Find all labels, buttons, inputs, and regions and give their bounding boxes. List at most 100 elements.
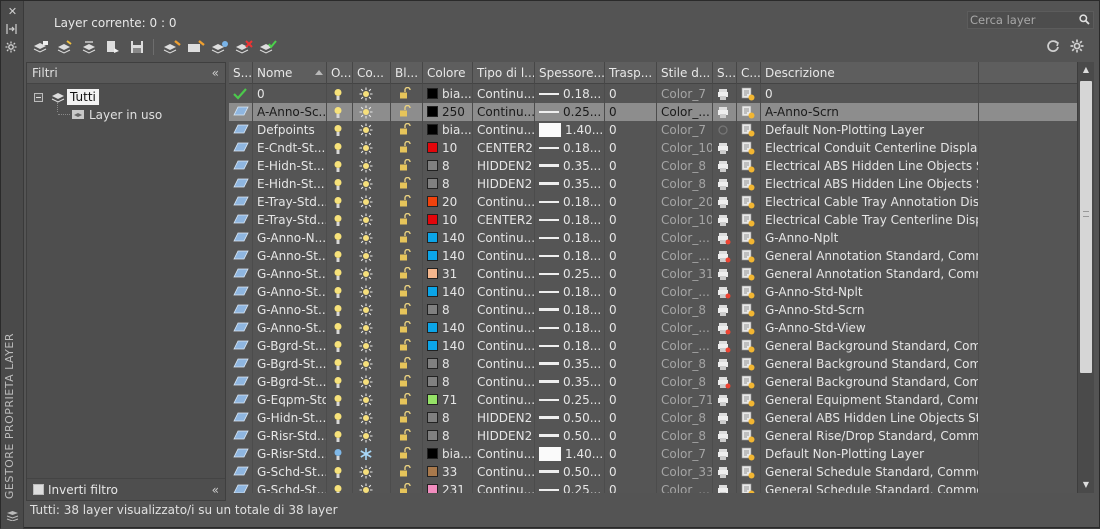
layer-name[interactable]: G-Bgrd-St... bbox=[253, 355, 327, 373]
collapse-filters-icon[interactable]: « bbox=[212, 63, 219, 83]
plot-toggle[interactable] bbox=[713, 427, 737, 445]
freeze-toggle[interactable] bbox=[353, 481, 391, 493]
new-vp-freeze-toggle[interactable] bbox=[737, 229, 761, 247]
on-toggle[interactable] bbox=[327, 283, 353, 301]
layer-lineweight[interactable]: 0.50... bbox=[535, 427, 605, 445]
layer-row[interactable]: G-Risr-Std... 8 HIDDEN2 0.50... 0 Color_8 Gene… bbox=[229, 427, 1077, 445]
on-toggle[interactable] bbox=[327, 409, 353, 427]
layer-linetype[interactable]: Continu... bbox=[473, 193, 535, 211]
on-toggle[interactable] bbox=[327, 139, 353, 157]
layer-color[interactable]: 8 bbox=[423, 427, 473, 445]
snowflake-icon[interactable] bbox=[359, 447, 373, 461]
layer-lineweight[interactable]: 0.18... bbox=[535, 337, 605, 355]
printer-icon[interactable] bbox=[717, 196, 731, 209]
layer-description[interactable]: 0 bbox=[761, 85, 979, 103]
layer-description[interactable]: Default Non-Plotting Layer bbox=[761, 445, 979, 463]
new-vp-freeze-icon[interactable] bbox=[741, 357, 755, 371]
on-toggle[interactable] bbox=[327, 85, 353, 103]
layer-linetype[interactable]: Continu... bbox=[473, 463, 535, 481]
scroll-thumb[interactable] bbox=[1080, 81, 1092, 373]
printer-icon[interactable] bbox=[717, 250, 731, 263]
new-vp-freeze-icon[interactable] bbox=[741, 213, 755, 227]
on-toggle[interactable] bbox=[327, 103, 353, 121]
layer-lineweight[interactable]: 1.40... bbox=[535, 445, 605, 463]
light-bulb-icon[interactable] bbox=[333, 448, 343, 461]
plot-toggle[interactable] bbox=[713, 355, 737, 373]
autohide-icon[interactable] bbox=[5, 23, 20, 37]
layer-lineweight[interactable]: 0.25... bbox=[535, 391, 605, 409]
lock-toggle[interactable] bbox=[391, 193, 423, 211]
layer-row[interactable]: G-Anno-N... 140 Continu... 0.18... 0 Color_..… bbox=[229, 229, 1077, 247]
new-vp-freeze-icon[interactable] bbox=[741, 249, 755, 263]
freeze-toggle[interactable] bbox=[353, 229, 391, 247]
light-bulb-icon[interactable] bbox=[333, 340, 343, 353]
lock-toggle[interactable] bbox=[391, 409, 423, 427]
lock-toggle[interactable] bbox=[391, 157, 423, 175]
sun-icon[interactable] bbox=[359, 321, 373, 335]
new-vp-freeze-toggle[interactable] bbox=[737, 373, 761, 391]
unlock-icon[interactable] bbox=[399, 429, 412, 442]
printer-icon[interactable] bbox=[717, 214, 731, 227]
unlock-icon[interactable] bbox=[399, 231, 412, 244]
layer-description[interactable]: G-Anno-Std-Nplt bbox=[761, 283, 979, 301]
layer-row[interactable]: E-Tray-Std... 20 Continu... 0.18... 0 Color_2… bbox=[229, 193, 1077, 211]
layer-transparency[interactable]: 0 bbox=[605, 103, 657, 121]
layer-color[interactable]: 10 bbox=[423, 211, 473, 229]
new-vp-freeze-icon[interactable] bbox=[741, 87, 755, 101]
layer-linetype[interactable]: Continu... bbox=[473, 265, 535, 283]
layer-lineweight[interactable]: 0.35... bbox=[535, 373, 605, 391]
header-col-description[interactable]: Descrizione bbox=[761, 62, 979, 84]
header-col-color[interactable]: Colore bbox=[423, 62, 473, 84]
layer-row[interactable]: Defpoints bia... Continu... 1.40... 0 Color_7… bbox=[229, 121, 1077, 139]
freeze-toggle[interactable] bbox=[353, 265, 391, 283]
settings-gear-icon[interactable] bbox=[1070, 39, 1084, 53]
freeze-toggle[interactable] bbox=[353, 301, 391, 319]
lock-toggle[interactable] bbox=[391, 211, 423, 229]
on-toggle[interactable] bbox=[327, 445, 353, 463]
header-col-lineweight[interactable]: Spessore... bbox=[535, 62, 605, 84]
layer-color[interactable]: 140 bbox=[423, 337, 473, 355]
layer-states-manager-button[interactable] bbox=[77, 38, 101, 56]
layer-row[interactable]: G-Bgrd-St... 8 Continu... 0.35... 0 Color_8 Ge… bbox=[229, 355, 1077, 373]
printer-icon[interactable] bbox=[717, 466, 731, 479]
layer-row[interactable]: G-Bgrd-St... 8 Continu... 0.35... 0 Color_8 Ge… bbox=[229, 373, 1077, 391]
printer-icon[interactable] bbox=[717, 106, 731, 119]
on-toggle[interactable] bbox=[327, 157, 353, 175]
layer-transparency[interactable]: 0 bbox=[605, 247, 657, 265]
printer-icon[interactable] bbox=[717, 160, 731, 173]
new-vp-freeze-icon[interactable] bbox=[741, 447, 755, 461]
plot-toggle[interactable] bbox=[713, 301, 737, 319]
layer-transparency[interactable]: 0 bbox=[605, 85, 657, 103]
new-vp-freeze-toggle[interactable] bbox=[737, 427, 761, 445]
lock-toggle[interactable] bbox=[391, 301, 423, 319]
on-toggle[interactable] bbox=[327, 319, 353, 337]
layer-name[interactable]: G-Risr-Std... bbox=[253, 427, 327, 445]
layer-row[interactable]: G-Anno-St... 140 Continu... 0.18... 0 Color_.… bbox=[229, 319, 1077, 337]
layer-linetype[interactable]: Continu... bbox=[473, 301, 535, 319]
new-vp-freeze-icon[interactable] bbox=[741, 267, 755, 281]
layer-color[interactable]: 140 bbox=[423, 283, 473, 301]
lock-toggle[interactable] bbox=[391, 427, 423, 445]
sun-icon[interactable] bbox=[359, 429, 373, 443]
layer-row[interactable]: G-Anno-St... 140 Continu... 0.18... 0 Color_.… bbox=[229, 283, 1077, 301]
light-bulb-icon[interactable] bbox=[333, 196, 343, 209]
layer-lineweight[interactable]: 0.35... bbox=[535, 355, 605, 373]
unlock-icon[interactable] bbox=[399, 357, 412, 370]
layer-row[interactable]: G-Eqpm-Std 71 Continu... 0.25... 0 Color_71 Ge… bbox=[229, 391, 1077, 409]
sun-icon[interactable] bbox=[359, 483, 373, 493]
on-toggle[interactable] bbox=[327, 301, 353, 319]
layer-transparency[interactable]: 0 bbox=[605, 175, 657, 193]
printer-icon[interactable] bbox=[717, 268, 731, 281]
new-vp-freeze-icon[interactable] bbox=[741, 123, 755, 137]
sun-icon[interactable] bbox=[359, 357, 373, 371]
new-vp-freeze-toggle[interactable] bbox=[737, 211, 761, 229]
sun-icon[interactable] bbox=[359, 393, 373, 407]
new-vp-freeze-toggle[interactable] bbox=[737, 355, 761, 373]
sun-icon[interactable] bbox=[359, 375, 373, 389]
layer-transparency[interactable]: 0 bbox=[605, 319, 657, 337]
sun-icon[interactable] bbox=[359, 159, 373, 173]
layer-name[interactable]: 0 bbox=[253, 85, 327, 103]
layer-transparency[interactable]: 0 bbox=[605, 463, 657, 481]
unlock-icon[interactable] bbox=[399, 267, 412, 280]
layer-name[interactable]: E-Cndt-St... bbox=[253, 139, 327, 157]
